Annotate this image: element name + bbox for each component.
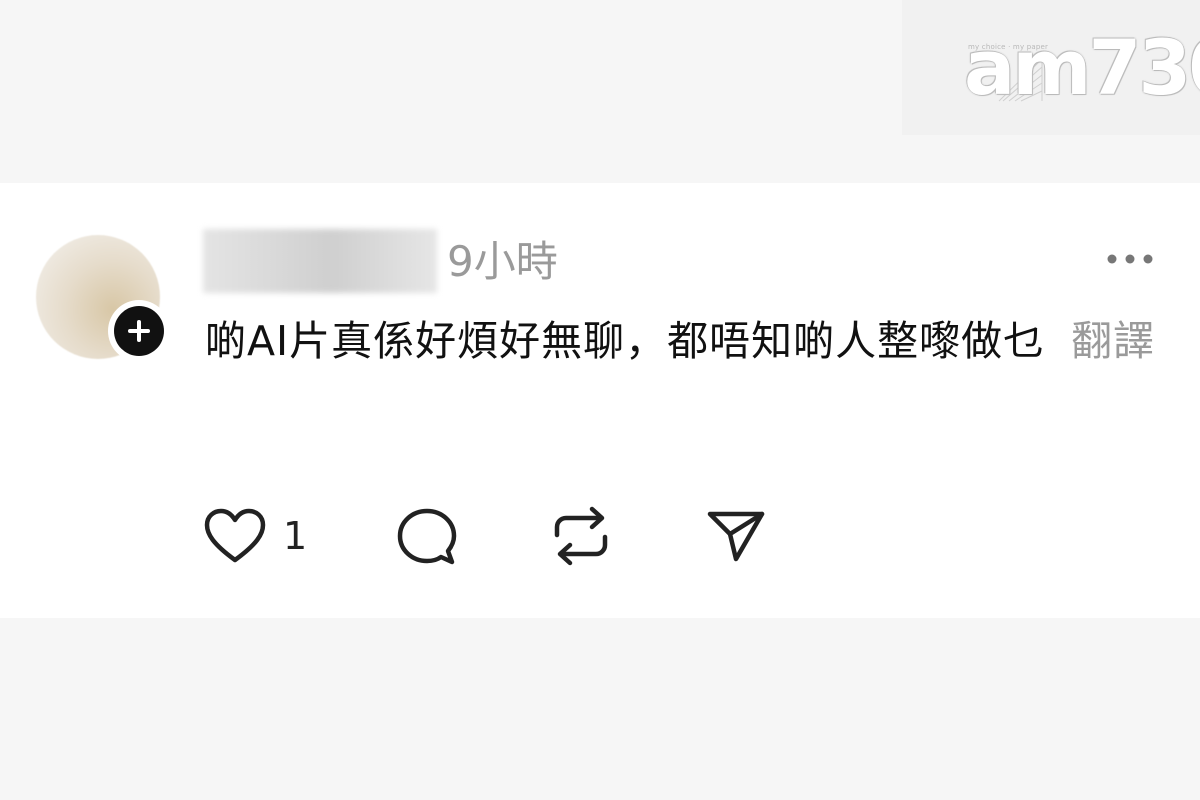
logo-brand: am730: [964, 23, 1200, 112]
post-timestamp: 9小時: [447, 237, 558, 286]
follow-button[interactable]: [108, 300, 170, 362]
post-text: 啲AI片真係好煩好無聊，都唔知啲人整嚟做乜: [205, 317, 1046, 365]
translate-link[interactable]: 翻譯: [1071, 317, 1155, 365]
repost-icon: [554, 506, 608, 566]
post-card: 9小時 啲AI片真係好煩好無聊，都唔知啲人整嚟做乜 翻譯 1: [0, 183, 1200, 618]
repost-button[interactable]: [551, 503, 611, 569]
username-blurred[interactable]: [203, 229, 437, 293]
heart-icon: [204, 508, 266, 563]
action-bar: 1: [203, 503, 803, 569]
comment-bubble-icon: [397, 508, 457, 565]
bottom-background: [0, 618, 1200, 800]
plus-icon: [114, 306, 164, 356]
like-count: 1: [283, 514, 308, 558]
share-button[interactable]: [706, 503, 766, 569]
comment-button[interactable]: [396, 503, 458, 569]
post-body: 啲AI片真係好煩好無聊，都唔知啲人整嚟做乜 翻譯: [205, 311, 1165, 371]
more-horizontal-icon: [1107, 254, 1153, 264]
like-button[interactable]: 1: [203, 503, 307, 569]
am730-logo: my choice · my paper am730: [902, 0, 1200, 135]
send-icon: [707, 511, 765, 562]
more-options-button[interactable]: [1100, 245, 1160, 273]
